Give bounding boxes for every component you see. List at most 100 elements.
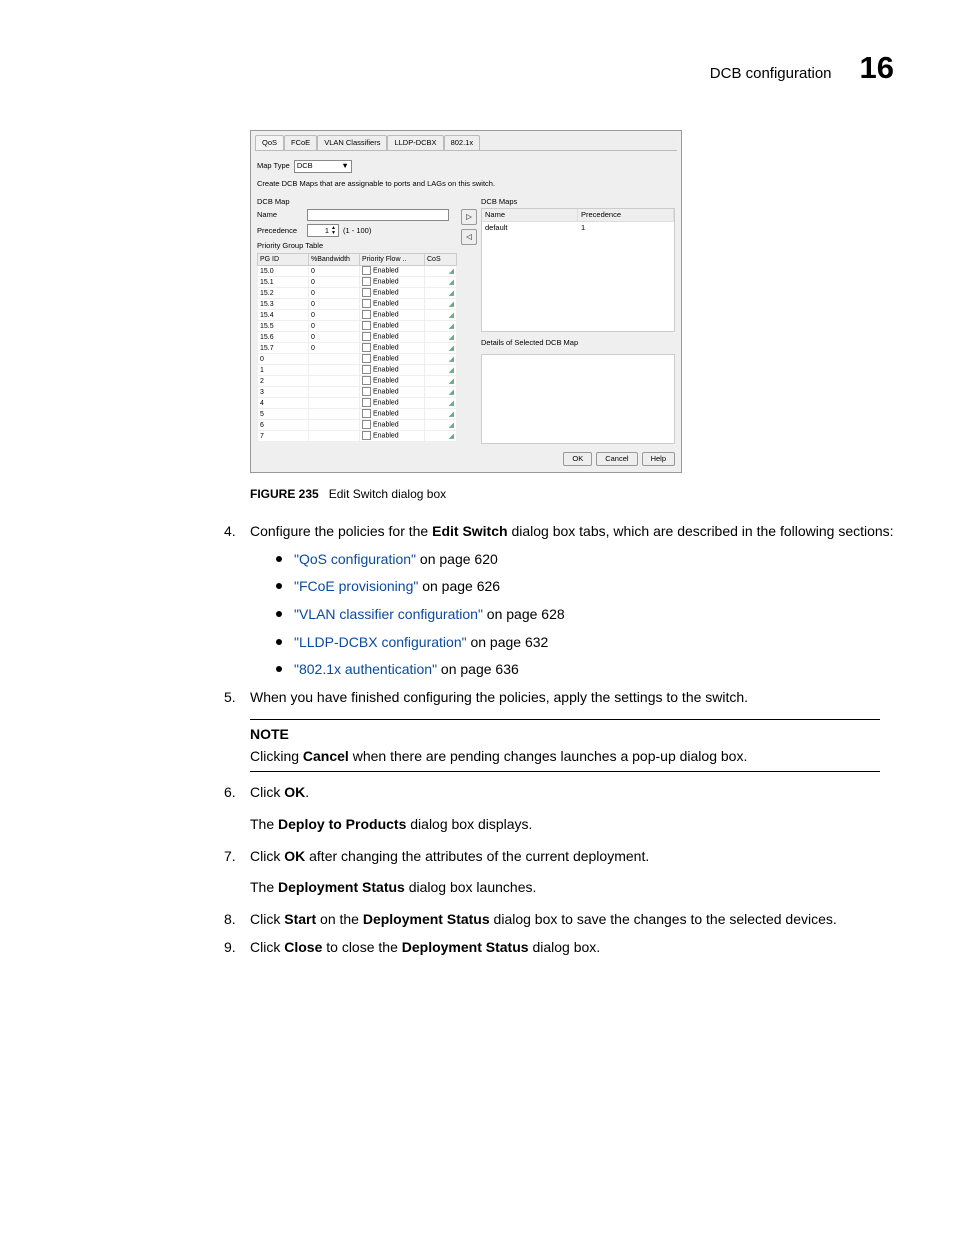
maps-th-prec: Precedence xyxy=(578,209,674,221)
checkbox-icon[interactable] xyxy=(362,310,371,319)
checkbox-icon[interactable] xyxy=(362,420,371,429)
pg-cell-pf: Enabled xyxy=(360,266,425,277)
pg-row[interactable]: 15.40Enabled◢ xyxy=(258,310,457,321)
edit-switch-dialog: QoS FCoE VLAN Classifiers LLDP-DCBX 802.… xyxy=(250,130,682,473)
pg-cell-cos: ◢ xyxy=(425,310,457,321)
step-number: 8. xyxy=(224,909,240,931)
map-type-select[interactable]: DCB ▼ xyxy=(294,160,352,173)
pg-row[interactable]: 2Enabled◢ xyxy=(258,376,457,387)
checkbox-icon[interactable] xyxy=(362,354,371,363)
checkbox-icon[interactable] xyxy=(362,387,371,396)
pg-cell-pf: Enabled xyxy=(360,299,425,310)
step-5-text: When you have finished configuring the p… xyxy=(250,687,748,709)
checkbox-icon[interactable] xyxy=(362,332,371,341)
pg-table: PG ID %Bandwidth Priority Flow .. CoS 15… xyxy=(257,253,457,442)
pg-cell-id: 7 xyxy=(258,431,309,442)
add-arrow-button[interactable]: ▷ xyxy=(461,209,477,225)
remove-arrow-button[interactable]: ◁ xyxy=(461,229,477,245)
chapter-number: 16 xyxy=(860,50,894,86)
pg-cell-bw xyxy=(309,376,360,387)
pg-cell-pf: Enabled xyxy=(360,354,425,365)
pg-row[interactable]: 15.50Enabled◢ xyxy=(258,321,457,332)
doc-link[interactable]: "VLAN classifier configuration" xyxy=(294,606,483,622)
pg-row[interactable]: 15.10Enabled◢ xyxy=(258,277,457,288)
precedence-value: 1 xyxy=(325,226,329,236)
doc-link[interactable]: "QoS configuration" xyxy=(294,551,416,567)
tab-8021x[interactable]: 802.1x xyxy=(444,135,481,150)
help-button[interactable]: Help xyxy=(642,452,675,466)
checkbox-icon[interactable] xyxy=(362,431,371,440)
name-input[interactable] xyxy=(307,209,449,221)
doc-link[interactable]: "FCoE provisioning" xyxy=(294,578,418,594)
dcb-maps-title: DCB Maps xyxy=(481,197,675,207)
precedence-spinner[interactable]: 1 ▲▼ xyxy=(307,224,339,237)
spinner-arrows-icon: ▲▼ xyxy=(331,226,336,236)
checkbox-icon[interactable] xyxy=(362,288,371,297)
triangle-right-icon: ▷ xyxy=(466,212,472,222)
pg-cell-bw xyxy=(309,365,360,376)
tab-qos[interactable]: QoS xyxy=(255,135,284,150)
pg-cell-cos: ◢ xyxy=(425,321,457,332)
pg-cell-pf: Enabled xyxy=(360,398,425,409)
header-section: DCB configuration xyxy=(710,65,832,82)
pg-row[interactable]: 4Enabled◢ xyxy=(258,398,457,409)
tab-fcoe[interactable]: FCoE xyxy=(284,135,317,150)
doc-link[interactable]: "LLDP-DCBX configuration" xyxy=(294,634,467,650)
tab-vlan-classifiers[interactable]: VLAN Classifiers xyxy=(317,135,387,150)
pg-cell-pf: Enabled xyxy=(360,420,425,431)
checkbox-icon[interactable] xyxy=(362,321,371,330)
checkbox-icon[interactable] xyxy=(362,299,371,308)
dcb-map-title: DCB Map xyxy=(257,197,457,207)
pg-cell-cos: ◢ xyxy=(425,420,457,431)
pg-row[interactable]: 15.70Enabled◢ xyxy=(258,343,457,354)
pg-cell-id: 15.4 xyxy=(258,310,309,321)
tab-lldp-dcbx[interactable]: LLDP-DCBX xyxy=(387,135,443,150)
checkbox-icon[interactable] xyxy=(362,398,371,407)
checkbox-icon[interactable] xyxy=(362,365,371,374)
pg-cell-cos: ◢ xyxy=(425,354,457,365)
pg-row[interactable]: 15.60Enabled◢ xyxy=(258,332,457,343)
pg-row[interactable]: 15.00Enabled◢ xyxy=(258,266,457,277)
pg-row[interactable]: 5Enabled◢ xyxy=(258,409,457,420)
caret-icon: ◢ xyxy=(449,289,454,298)
checkbox-icon[interactable] xyxy=(362,277,371,286)
pg-row[interactable]: 7Enabled◢ xyxy=(258,431,457,442)
bullet-item: "QoS configuration" on page 620 xyxy=(276,549,894,571)
bullet-tail: on page 626 xyxy=(418,578,500,594)
pg-row[interactable]: 3Enabled◢ xyxy=(258,387,457,398)
pg-cell-pf: Enabled xyxy=(360,288,425,299)
checkbox-icon[interactable] xyxy=(362,266,371,275)
pg-row[interactable]: 0Enabled◢ xyxy=(258,354,457,365)
ok-button[interactable]: OK xyxy=(563,452,592,466)
step-7-text: Click OK after changing the attributes o… xyxy=(250,846,649,868)
caret-icon: ◢ xyxy=(449,311,454,320)
note-block: NOTE Clicking Cancel when there are pend… xyxy=(250,719,880,772)
pg-th-bw: %Bandwidth xyxy=(309,254,360,266)
pg-row[interactable]: 1Enabled◢ xyxy=(258,365,457,376)
checkbox-icon[interactable] xyxy=(362,409,371,418)
cancel-button[interactable]: Cancel xyxy=(596,452,637,466)
maps-row[interactable]: default 1 xyxy=(482,222,674,234)
pg-row[interactable]: 6Enabled◢ xyxy=(258,420,457,431)
pg-row[interactable]: 15.20Enabled◢ xyxy=(258,288,457,299)
step-number: 4. xyxy=(224,521,240,543)
chevron-down-icon: ▼ xyxy=(341,161,348,171)
pg-cell-pf: Enabled xyxy=(360,310,425,321)
bullet-icon xyxy=(276,666,282,672)
caret-icon: ◢ xyxy=(449,322,454,331)
checkbox-icon[interactable] xyxy=(362,376,371,385)
pg-cell-id: 15.3 xyxy=(258,299,309,310)
doc-link[interactable]: "802.1x authentication" xyxy=(294,661,437,677)
caret-icon: ◢ xyxy=(449,421,454,430)
pg-cell-cos: ◢ xyxy=(425,376,457,387)
pg-cell-bw xyxy=(309,409,360,420)
maps-box: Name Precedence default 1 xyxy=(481,208,675,332)
pg-cell-bw xyxy=(309,431,360,442)
figure-text: Edit Switch dialog box xyxy=(329,487,446,501)
bullet-icon xyxy=(276,639,282,645)
caret-icon: ◢ xyxy=(449,355,454,364)
checkbox-icon[interactable] xyxy=(362,343,371,352)
name-label: Name xyxy=(257,210,303,220)
bullet-tail: on page 620 xyxy=(416,551,498,567)
pg-row[interactable]: 15.30Enabled◢ xyxy=(258,299,457,310)
